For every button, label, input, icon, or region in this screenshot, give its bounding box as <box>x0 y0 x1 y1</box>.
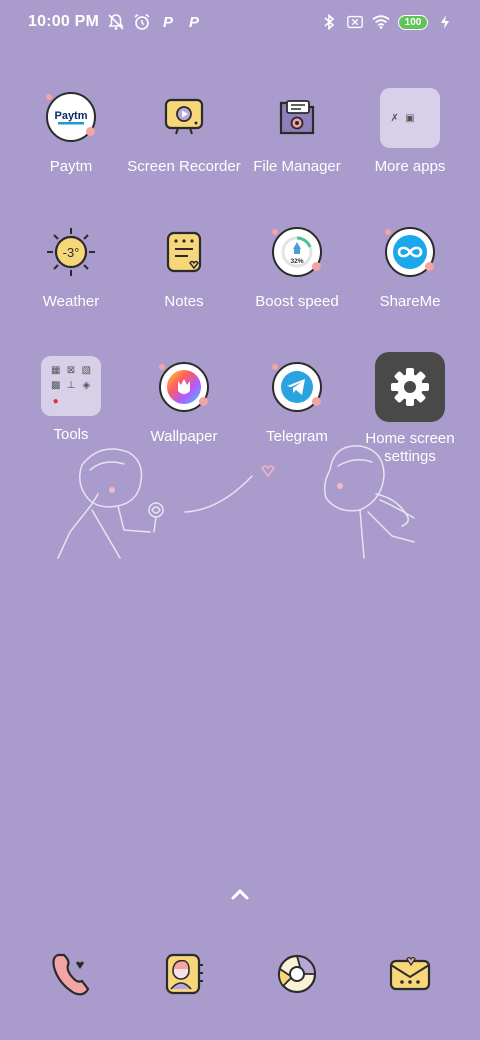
app-boost-speed[interactable]: 32% Boost speed <box>237 223 357 311</box>
wallpaper-illustration <box>57 445 415 559</box>
battery-icon: 100 <box>398 14 428 30</box>
mini-app-icon: ✗ <box>390 112 399 124</box>
folder-icon: ✗ ▣ <box>380 88 440 148</box>
notes-icon <box>155 223 213 281</box>
weather-icon: -3° <box>42 223 100 281</box>
weather-temp: -3° <box>63 245 80 260</box>
paytm-icon-text: Paytm <box>54 110 87 122</box>
app-label: File Manager <box>253 158 341 175</box>
clock: 10:00 PM <box>28 13 99 30</box>
file-manager-icon <box>268 88 326 146</box>
folder-more-apps[interactable]: ✗ ▣ More apps <box>350 88 470 176</box>
bluetooth-icon <box>320 13 338 31</box>
contacts-icon[interactable] <box>154 944 214 1004</box>
boost-speed-icon: 32% <box>268 223 326 281</box>
app-notes[interactable]: Notes <box>124 223 244 311</box>
alarm-icon <box>133 13 151 31</box>
mini-app-icon: ⊠ <box>66 365 76 377</box>
mini-app-icon: ▣ <box>405 112 415 124</box>
boost-percent: 32% <box>290 258 303 265</box>
mini-app-icon: ▧ <box>81 365 92 377</box>
app-screen-recorder[interactable]: Screen Recorder <box>124 88 244 176</box>
shareme-icon <box>381 223 439 281</box>
chevron-up-icon[interactable] <box>228 884 252 904</box>
wifi-icon <box>372 13 390 31</box>
screen-recorder-icon <box>155 88 213 146</box>
app-label: Notes <box>164 293 204 310</box>
charging-icon <box>436 13 454 31</box>
app-weather[interactable]: -3° Weather <box>11 223 131 311</box>
app-file-manager[interactable]: File Manager <box>237 88 357 176</box>
app-label: Screen Recorder <box>127 158 241 175</box>
dock <box>0 944 480 1008</box>
paytm-p-icon: P <box>162 13 173 31</box>
paytm-p-icon: P <box>188 13 199 31</box>
app-shareme[interactable]: ShareMe <box>350 223 470 311</box>
app-label: Paytm <box>49 158 93 175</box>
wallpaper-icon <box>155 358 213 416</box>
messages-icon[interactable] <box>380 944 440 1004</box>
app-paytm[interactable]: Paytm Paytm <box>11 88 131 176</box>
app-label: ShareMe <box>379 293 441 310</box>
phone-icon[interactable] <box>40 944 100 1004</box>
app-label: Boost speed <box>255 293 339 310</box>
mini-app-icon: ● <box>52 395 59 407</box>
mini-app-icon: ⊥ <box>66 380 76 392</box>
app-label: More apps <box>374 158 446 175</box>
notifications-off-icon <box>107 13 125 31</box>
app-label: Weather <box>42 293 100 310</box>
browser-icon[interactable] <box>267 944 327 1004</box>
no-sim-icon <box>346 13 364 31</box>
mini-app-icon: ◈ <box>82 380 91 392</box>
status-bar-right: 100 <box>320 13 454 31</box>
status-bar: 10:00 PM P P 100 <box>0 0 480 44</box>
status-bar-left: 10:00 PM P P <box>28 13 203 31</box>
telegram-icon <box>268 358 326 416</box>
mini-app-icon: ▩ <box>50 380 61 392</box>
mini-app-icon: ▦ <box>50 365 61 377</box>
folder-icon: ▦ ⊠ ▧ ▩ ⊥ ◈ ● <box>41 356 101 416</box>
gear-icon <box>375 352 445 422</box>
paytm-icon: Paytm <box>42 88 100 146</box>
